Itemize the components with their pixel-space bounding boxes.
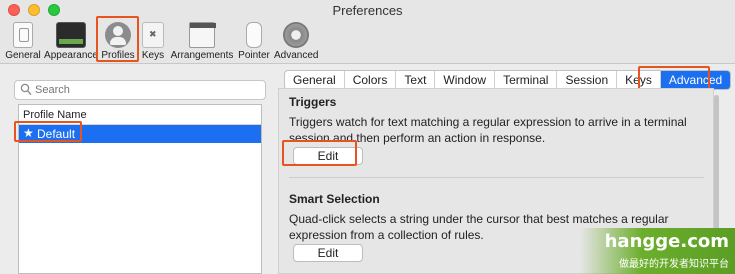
arrangements-icon [189,22,216,48]
default-highlight-box [14,121,82,142]
toolbar-arrangements-label: Arrangements [170,50,234,61]
toolbar-general-button[interactable]: General [4,20,42,64]
toolbar-pointer-label: Pointer [238,50,270,61]
profiles-highlight-box [96,16,139,62]
toolbar-advanced-button[interactable]: Advanced [274,20,318,64]
toolbar-appearance-button[interactable]: Appearance [44,20,98,64]
section-divider [289,177,704,178]
toolbar-keys-label: Keys [141,50,165,61]
appearance-icon [56,22,86,48]
toolbar-advanced-label: Advanced [274,50,319,61]
edit-highlight-box [282,140,357,166]
smart-selection-edit-button[interactable]: Edit [293,244,363,262]
tab-terminal[interactable]: Terminal [495,71,558,89]
toolbar-appearance-label: Appearance [44,50,98,61]
gear-icon [283,22,309,48]
triggers-title: Triggers [289,95,337,109]
tab-window[interactable]: Window [435,71,496,89]
watermark-logo-text: hangge.com [604,231,729,252]
toolbar-arrangements-button[interactable]: Arrangements [170,20,234,64]
site-watermark: hangge.com 做最好的开发者知识平台 [580,228,735,274]
search-field[interactable] [14,80,266,100]
search-input[interactable] [35,83,255,97]
search-icon [20,83,32,96]
tab-text[interactable]: Text [396,71,436,89]
tab-colors[interactable]: Colors [345,71,397,89]
tab-session[interactable]: Session [557,71,618,89]
watermark-tagline: 做最好的开发者知识平台 [619,259,729,270]
toolbar-general-label: General [5,50,41,61]
smart-selection-title: Smart Selection [289,192,380,206]
tab-general[interactable]: General [285,71,345,89]
general-icon [13,22,33,48]
profiles-sidebar: Profile Name ★ Default [8,74,270,274]
pointer-icon [246,22,262,48]
keys-icon [142,22,164,48]
toolbar-pointer-button[interactable]: Pointer [236,20,272,64]
toolbar-keys-button[interactable]: Keys [140,20,166,64]
